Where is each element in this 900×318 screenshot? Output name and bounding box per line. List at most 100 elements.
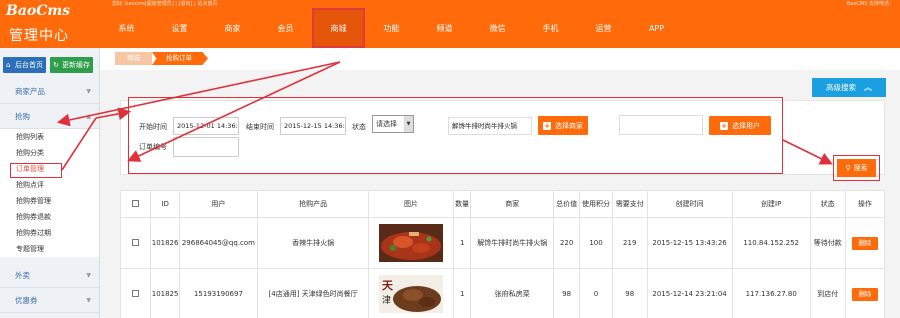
top-info: 您好: baocms[超级管理员] | [退出] | 站点首页 — [112, 1, 218, 7]
home-button-label: 后台首页 — [15, 61, 43, 69]
logo: BaoCms — [6, 3, 71, 19]
nav-item-wechat[interactable]: 微信 — [471, 8, 524, 48]
breadcrumb-item-mall[interactable]: 商城 — [115, 52, 152, 65]
cell-quantity: 1 — [452, 217, 472, 269]
sidebar-section-merchant-products[interactable]: 商家产品 ▼ — [0, 79, 99, 104]
table-header: 操作 — [844, 190, 886, 218]
orders-table: ID 用户 抢购产品 图片 数量 商家 总价值 使用积分 需要支付 创建时间 创… — [119, 190, 886, 318]
sidebar-item-groupbuy-category[interactable]: 抢购分类 — [0, 145, 99, 161]
delete-button[interactable]: 删除 — [851, 287, 878, 301]
search-button[interactable]: ⚲ 搜索 — [837, 159, 876, 177]
cell-id: 101825 — [150, 268, 180, 318]
main-nav: 系统 设置 商家 会员 商城 功能 频道 微信 手机 运营 APP — [100, 8, 683, 48]
update-cache-label: 更新缓存 — [62, 61, 90, 69]
advanced-search-button[interactable]: 高级搜索 ︽ — [812, 78, 886, 97]
nav-item-merchant[interactable]: 商家 — [206, 8, 259, 48]
search-icon: ⚲ — [845, 164, 851, 172]
table-header-row: ID 用户 抢购产品 图片 数量 商家 总价值 使用积分 需要支付 创建时间 创… — [119, 190, 886, 218]
product-image — [379, 224, 444, 262]
chevron-up-icon: ︽ — [864, 83, 872, 92]
home-button[interactable]: ⌂ 后台首页 — [3, 57, 46, 73]
table-header: 创建时间 — [646, 190, 733, 218]
cell-points: 0 — [579, 268, 613, 318]
cell-quantity: 1 — [452, 268, 472, 318]
cell-created-time: 2015-12-14 23:21:04 — [646, 268, 733, 318]
breadcrumb: 商城 抢购订单 — [115, 52, 208, 65]
brand-block: BaoCms 管理中心 — [0, 0, 100, 48]
sidebar-item-groupbuy-list[interactable]: 抢购列表 — [0, 129, 99, 145]
annotation-order-frame — [10, 163, 62, 178]
nav-item-mobile[interactable]: 手机 — [524, 8, 577, 48]
table-header: 用户 — [178, 190, 259, 218]
sidebar: ⌂ 后台首页 ↻ 更新缓存 商家产品 ▼ 抢购 ▲ 抢购列表 抢购分类 订单管理 抢… — [0, 48, 100, 318]
checkbox[interactable] — [132, 238, 140, 246]
table-header: 使用积分 — [579, 190, 613, 218]
advanced-search-label: 高级搜索 — [826, 83, 856, 92]
cell-shop: 解馋牛排时尚牛排火锅 — [470, 217, 555, 269]
nav-item-member[interactable]: 会员 — [259, 8, 312, 48]
chevron-down-icon: ▼ — [86, 296, 91, 304]
cell-picture: 天 津 — [368, 268, 454, 318]
row-select[interactable] — [119, 268, 152, 318]
checkbox[interactable] — [132, 289, 140, 297]
nav-item-settings[interactable]: 设置 — [153, 8, 206, 48]
section-label: 优惠券 — [15, 295, 38, 305]
row-select[interactable] — [119, 217, 152, 269]
nav-item-operations[interactable]: 运营 — [577, 8, 630, 48]
header-select-all[interactable] — [119, 190, 152, 218]
sidebar-item-coupon-refund[interactable]: 抢购券退款 — [0, 209, 99, 225]
sidebar-section-groupbuy[interactable]: 抢购 ▲ — [0, 104, 99, 129]
brand-title: 管理中心 — [9, 28, 69, 44]
delete-button[interactable]: 删除 — [851, 236, 878, 250]
sidebar-section-takeout[interactable]: 外卖 ▼ — [0, 263, 99, 288]
nav-item-features[interactable]: 功能 — [365, 8, 418, 48]
table-header: 需要支付 — [611, 190, 648, 218]
table-row: 101826 296864045@qq.com 香辣牛排火锅 1 解馋牛排时尚牛… — [119, 217, 886, 269]
section-label: 抢购 — [15, 111, 30, 121]
cell-total: 220 — [553, 217, 581, 269]
svg-text:天: 天 — [382, 279, 394, 292]
sidebar-submenu: 抢购列表 抢购分类 订单管理 抢购点评 抢购券管理 抢购券退款 抢购券过期 专题… — [0, 129, 99, 257]
cell-product: [4店通用] 天津绿色时尚餐厅 — [257, 268, 370, 318]
table-header: 状态 — [809, 190, 846, 218]
cell-total: 98 — [553, 268, 581, 318]
cell-id: 101826 — [150, 217, 180, 269]
chevron-up-icon: ▲ — [86, 112, 91, 120]
checkbox[interactable] — [132, 199, 140, 207]
table-header: 图片 — [368, 190, 454, 218]
cell-action: 删除 — [844, 217, 886, 269]
cell-status: 等待付款 — [809, 217, 846, 269]
nav-item-app[interactable]: APP — [630, 8, 683, 48]
table-header: 抢购产品 — [257, 190, 370, 218]
sidebar-section-coupons[interactable]: 优惠券 ▼ — [0, 288, 99, 313]
svg-text:津: 津 — [382, 295, 391, 306]
update-cache-button[interactable]: ↻ 更新缓存 — [50, 57, 93, 73]
section-label: 外卖 — [15, 270, 30, 280]
cell-pay: 219 — [611, 217, 648, 269]
cell-status: 到店付 — [809, 268, 846, 318]
cell-points: 100 — [579, 217, 613, 269]
top-bar: 您好: baocms[超级管理员] | [退出] | 站点首页 BaoCMS 支… — [100, 0, 900, 48]
chevron-down-icon: ▼ — [86, 87, 91, 95]
cell-user: 15193190697 — [178, 268, 259, 318]
table-header: 商家 — [470, 190, 555, 218]
cell-created-ip: 110.84.152.252 — [731, 217, 811, 269]
cell-created-time: 2015-12-15 13:43:26 — [646, 217, 733, 269]
cell-picture — [368, 217, 454, 269]
product-image: 天 津 — [379, 275, 444, 313]
sidebar-item-groupbuy-review[interactable]: 抢购点评 — [0, 177, 99, 193]
nav-item-channel[interactable]: 频道 — [418, 8, 471, 48]
cell-user: 296864045@qq.com — [178, 217, 259, 269]
table-header: 创建IP — [731, 190, 811, 218]
nav-item-system[interactable]: 系统 — [100, 8, 153, 48]
sidebar-item-topic-management[interactable]: 专题管理 — [0, 241, 99, 257]
nav-item-mall[interactable]: 商城 — [312, 8, 365, 48]
annotation-filter-frame — [128, 97, 783, 174]
sidebar-item-coupon-expired[interactable]: 抢购券过期 — [0, 225, 99, 241]
home-icon: ⌂ — [6, 60, 11, 69]
cell-shop: 张府私房菜 — [470, 268, 555, 318]
sidebar-item-coupon-management[interactable]: 抢购券管理 — [0, 193, 99, 209]
breadcrumb-item-orders: 抢购订单 — [152, 52, 208, 65]
quick-actions: ⌂ 后台首页 ↻ 更新缓存 — [0, 48, 99, 73]
table-header: 数量 — [452, 190, 472, 218]
